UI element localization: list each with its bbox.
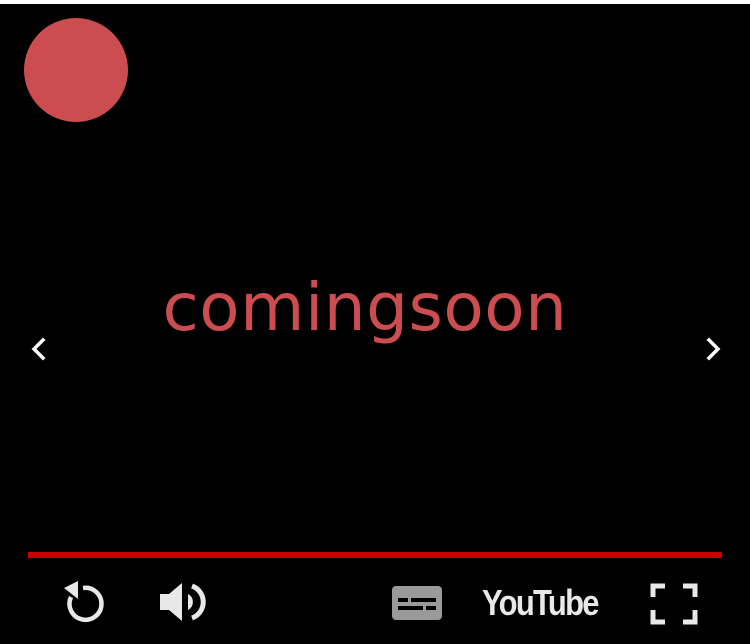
youtube-logo[interactable]: YouTube <box>482 578 600 628</box>
channel-avatar[interactable] <box>24 18 128 122</box>
fullscreen-icon[interactable] <box>648 582 700 626</box>
replay-icon[interactable] <box>58 577 110 627</box>
progress-fill <box>28 552 722 558</box>
video-player[interactable]: comingsoon YouTube <box>0 4 750 644</box>
progress-bar[interactable] <box>28 552 722 558</box>
volume-icon[interactable] <box>158 580 212 624</box>
captions-icon[interactable] <box>391 585 443 621</box>
chevron-left-icon[interactable] <box>24 331 54 365</box>
video-title: comingsoon <box>162 269 568 346</box>
chevron-right-icon[interactable] <box>698 331 728 365</box>
